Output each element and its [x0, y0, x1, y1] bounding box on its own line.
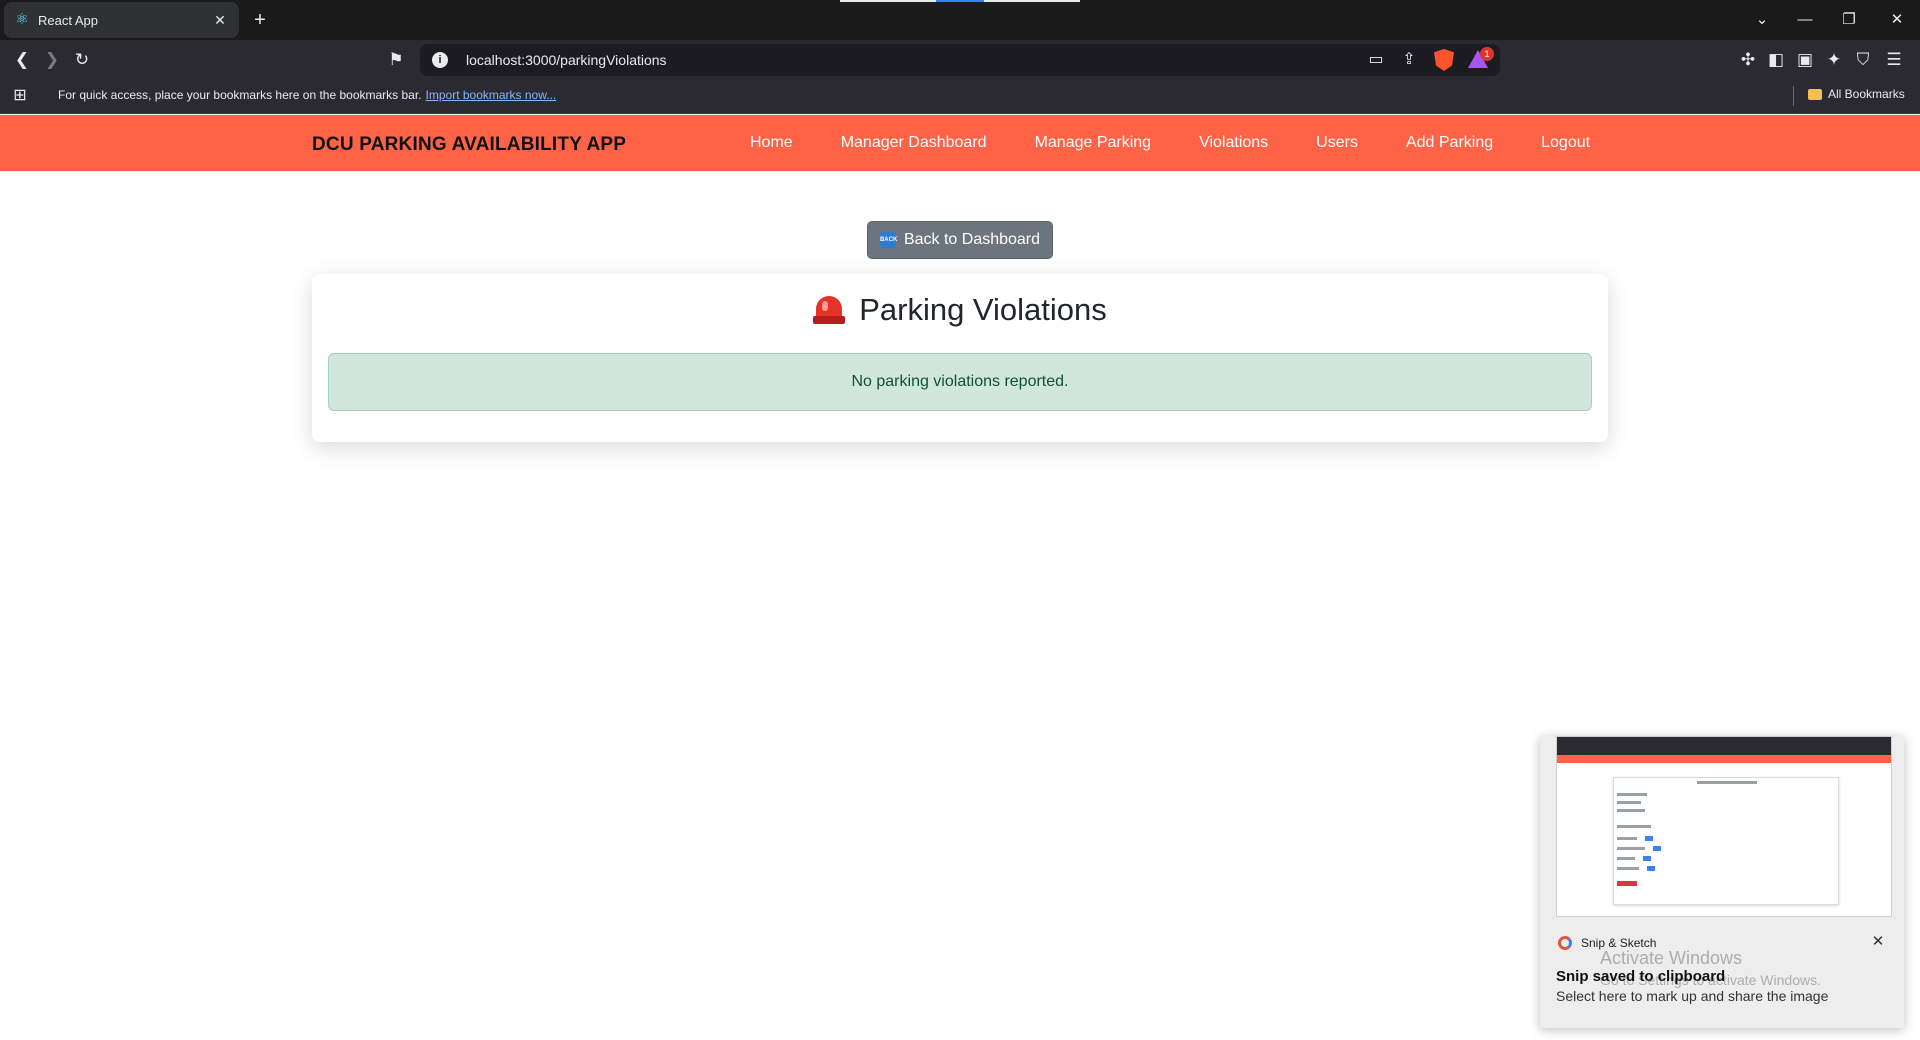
browser-tab-strip	[0, 0, 1920, 40]
minimize-icon[interactable]: —	[1790, 8, 1820, 32]
nav-users[interactable]: Users	[1292, 134, 1382, 152]
wallet-icon[interactable]: ▣	[1793, 48, 1817, 72]
menu-icon[interactable]: ☰	[1882, 48, 1906, 72]
forward-icon[interactable]: ❯	[40, 48, 64, 72]
tab-search-chevron-icon[interactable]: ⌄	[1747, 8, 1777, 32]
back-button-label: Back to Dashboard	[903, 231, 1041, 248]
extensions-icon[interactable]: ✣	[1736, 48, 1760, 72]
close-tab-icon[interactable]: ✕	[211, 11, 229, 29]
folder-icon	[1808, 88, 1822, 100]
back-arrow-icon: BACK	[879, 232, 897, 248]
page-title-text: Parking Violations	[859, 292, 1107, 327]
site-info-icon[interactable]: i	[432, 52, 448, 68]
bookmark-page-icon[interactable]: ⚑	[384, 48, 408, 72]
sidebar-icon[interactable]: ◧	[1764, 48, 1788, 72]
apps-grid-icon[interactable]: ⊞	[10, 86, 30, 106]
reload-icon[interactable]: ↻	[70, 48, 94, 72]
snip-thumbnail[interactable]	[1556, 736, 1892, 917]
new-tab-icon[interactable]: +	[248, 8, 272, 32]
bookmarks-hint-text: For quick access, place your bookmarks h…	[58, 88, 422, 102]
nav-manage-parking[interactable]: Manage Parking	[1011, 134, 1176, 152]
notification-title: Snip saved to clipboard	[1556, 968, 1726, 985]
nav-links: Home Manager Dashboard Manage Parking Vi…	[726, 115, 1614, 171]
nav-add-parking[interactable]: Add Parking	[1382, 134, 1517, 152]
tab-title: React App	[38, 12, 98, 28]
tab-loading-indicator	[840, 0, 1080, 2]
address-url[interactable]: localhost:3000/parkingViolations	[466, 52, 1488, 68]
vpn-icon[interactable]: ⛉	[1851, 48, 1875, 72]
back-icon[interactable]: ❮	[10, 48, 34, 72]
nav-home[interactable]: Home	[726, 134, 817, 152]
nav-manager-dashboard[interactable]: Manager Dashboard	[817, 134, 1011, 152]
notification-body: Select here to mark up and share the ima…	[1556, 988, 1829, 1004]
page-title: Parking Violations	[0, 292, 1920, 328]
import-bookmarks-link[interactable]: Import bookmarks now...	[426, 88, 557, 102]
all-bookmarks-button[interactable]: All Bookmarks	[1808, 87, 1905, 101]
notification-close-icon[interactable]: ✕	[1868, 932, 1888, 952]
window-close-icon[interactable]: ✕	[1882, 8, 1912, 32]
app-brand[interactable]: DCU PARKING AVAILABILITY APP	[312, 134, 626, 156]
nav-violations[interactable]: Violations	[1175, 134, 1292, 152]
empty-state-alert: No parking violations reported.	[328, 353, 1592, 411]
bookmarks-hint: For quick access, place your bookmarks h…	[58, 88, 556, 102]
back-to-dashboard-button[interactable]: BACK Back to Dashboard	[867, 221, 1053, 259]
share-icon[interactable]: ⇪	[1398, 48, 1420, 72]
all-bookmarks-label: All Bookmarks	[1828, 87, 1905, 101]
leo-ai-icon[interactable]: ✦	[1822, 48, 1846, 72]
activate-windows-watermark: Activate Windows	[1600, 948, 1743, 968]
browser-tab[interactable]: ⚛ React App ✕	[4, 2, 239, 38]
empty-state-message: No parking violations reported.	[851, 373, 1069, 390]
snip-sketch-logo-icon	[1558, 936, 1572, 950]
rewards-badge: 1	[1480, 47, 1494, 61]
cast-icon[interactable]: ▭	[1365, 48, 1387, 72]
react-logo-icon: ⚛	[15, 11, 29, 28]
nav-logout[interactable]: Logout	[1517, 134, 1614, 152]
address-bar[interactable]: i localhost:3000/parkingViolations	[420, 44, 1500, 76]
restore-icon[interactable]: ❐	[1834, 8, 1864, 32]
bookmarks-divider	[1793, 86, 1794, 106]
police-light-icon	[813, 296, 846, 324]
